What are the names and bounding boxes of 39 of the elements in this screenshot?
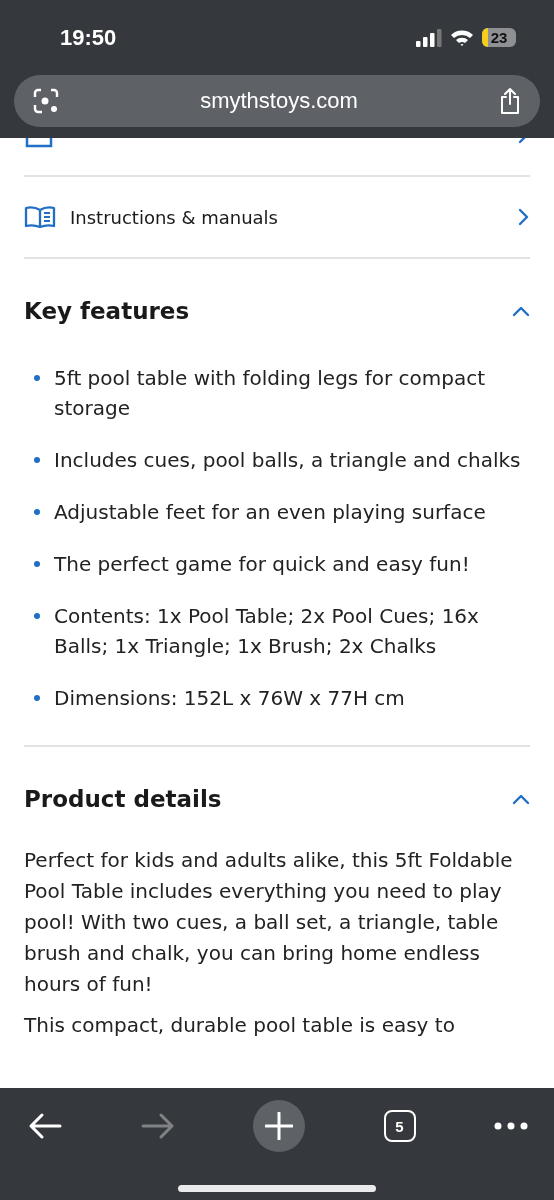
plus-icon (265, 1112, 293, 1140)
signal-icon (416, 28, 442, 47)
bullet-icon (34, 613, 40, 619)
feature-text: 5ft pool table with folding legs for compact storage (54, 365, 486, 422)
url-text: smythstoys.com (200, 88, 358, 114)
new-tab-button[interactable] (253, 1100, 305, 1152)
back-arrow-icon (28, 1112, 62, 1140)
lens-search-icon[interactable] (32, 87, 60, 115)
bullet-icon (34, 561, 40, 567)
chevron-up-icon (512, 305, 530, 317)
bullet-icon (34, 375, 40, 381)
address-bar[interactable]: smythstoys.com (14, 75, 540, 127)
feature-text: Adjustable feet for an even playing surface (54, 499, 486, 526)
more-button[interactable] (494, 1122, 528, 1130)
section-header[interactable]: Key features (24, 259, 530, 363)
link-row[interactable]: Instructions & manuals (24, 177, 530, 259)
bullet-icon (34, 457, 40, 463)
share-icon[interactable] (498, 87, 522, 115)
link-label: Instructions & manuals (70, 206, 278, 228)
chevron-up-icon (512, 793, 530, 805)
description-text: This compact, durable pool table is easy to (24, 1012, 456, 1039)
bullet-icon (34, 509, 40, 515)
book-icon (24, 205, 56, 229)
feature-text: Contents: 1x Pool Table; 2x Pool Cues; 16x Balls; 1x Triangle; 1x Brush; 2x Chalks (54, 603, 480, 660)
section-title: Key features (24, 298, 190, 324)
section-title: Product details (24, 786, 222, 812)
forward-button[interactable] (140, 1112, 175, 1140)
more-icon (494, 1122, 528, 1130)
feature-text: Dimensions: 152L x 76W x 77H cm (54, 685, 405, 712)
forward-arrow-icon (140, 1112, 175, 1140)
feature-text: Includes cues, pool balls, a triangle and chalks (54, 447, 521, 474)
chevron-right-icon (518, 208, 530, 226)
status-time: 19:50 (60, 24, 117, 51)
feature-text: The perfect game for quick and easy fun! (54, 551, 470, 578)
bullet-icon (34, 695, 40, 701)
tab-count-button[interactable]: 5 (383, 1110, 416, 1142)
back-button[interactable] (28, 1112, 62, 1140)
wifi-icon (450, 28, 474, 47)
battery-icon: 23 (482, 28, 516, 47)
